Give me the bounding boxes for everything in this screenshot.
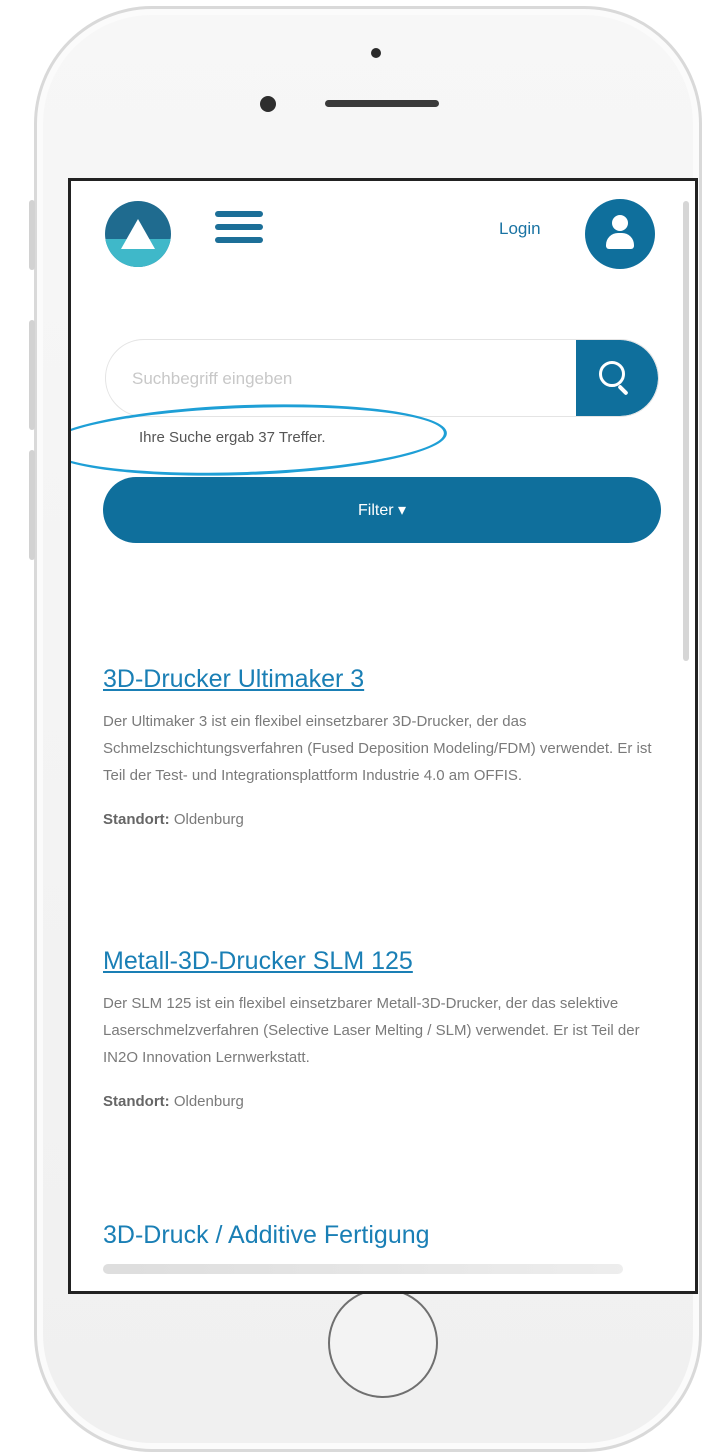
search-icon [599, 361, 625, 387]
proximity-sensor [371, 48, 381, 58]
location-value: Oldenburg [173, 811, 244, 828]
search-button[interactable] [576, 340, 658, 416]
location-label: Standort: [103, 1093, 170, 1110]
volume-down-button [29, 450, 35, 560]
result-title-link[interactable]: 3D-Druck / Additive Fertigung [103, 1221, 663, 1250]
hamburger-menu-icon[interactable] [215, 211, 263, 243]
result-location: Standort: Oldenburg [103, 811, 663, 828]
result-title-link[interactable]: Metall-3D-Drucker SLM 125 [103, 947, 663, 976]
mute-switch [29, 200, 35, 270]
search-input[interactable] [130, 340, 574, 416]
earpiece-speaker [325, 100, 439, 107]
front-camera [260, 96, 276, 112]
result-item: Metall-3D-Drucker SLM 125 Der SLM 125 is… [103, 947, 663, 1110]
result-description: Der SLM 125 ist ein flexibel einsetzbare… [103, 995, 640, 1066]
search-bar [105, 339, 659, 417]
scrollbar[interactable] [683, 201, 689, 661]
home-button[interactable] [328, 1288, 438, 1398]
result-title-link[interactable]: 3D-Drucker Ultimaker 3 [103, 665, 663, 694]
result-item: 3D-Druck / Additive Fertigung [103, 1221, 663, 1274]
truncated-text [103, 1264, 623, 1274]
phone-screen: Login Ihre Suche ergab 37 Treffer. Filte… [68, 178, 698, 1294]
volume-up-button [29, 320, 35, 430]
login-link[interactable]: Login [499, 219, 541, 239]
location-label: Standort: [103, 811, 170, 828]
filter-button[interactable]: Filter ▾ [103, 477, 661, 543]
logo-icon[interactable] [105, 201, 171, 267]
result-location: Standort: Oldenburg [103, 1093, 663, 1110]
user-avatar-icon[interactable] [585, 199, 655, 269]
result-description: Der Ultimaker 3 ist ein flexibel einsetz… [103, 713, 652, 784]
location-value: Oldenburg [173, 1093, 244, 1110]
result-item: 3D-Drucker Ultimaker 3 Der Ultimaker 3 i… [103, 665, 663, 828]
